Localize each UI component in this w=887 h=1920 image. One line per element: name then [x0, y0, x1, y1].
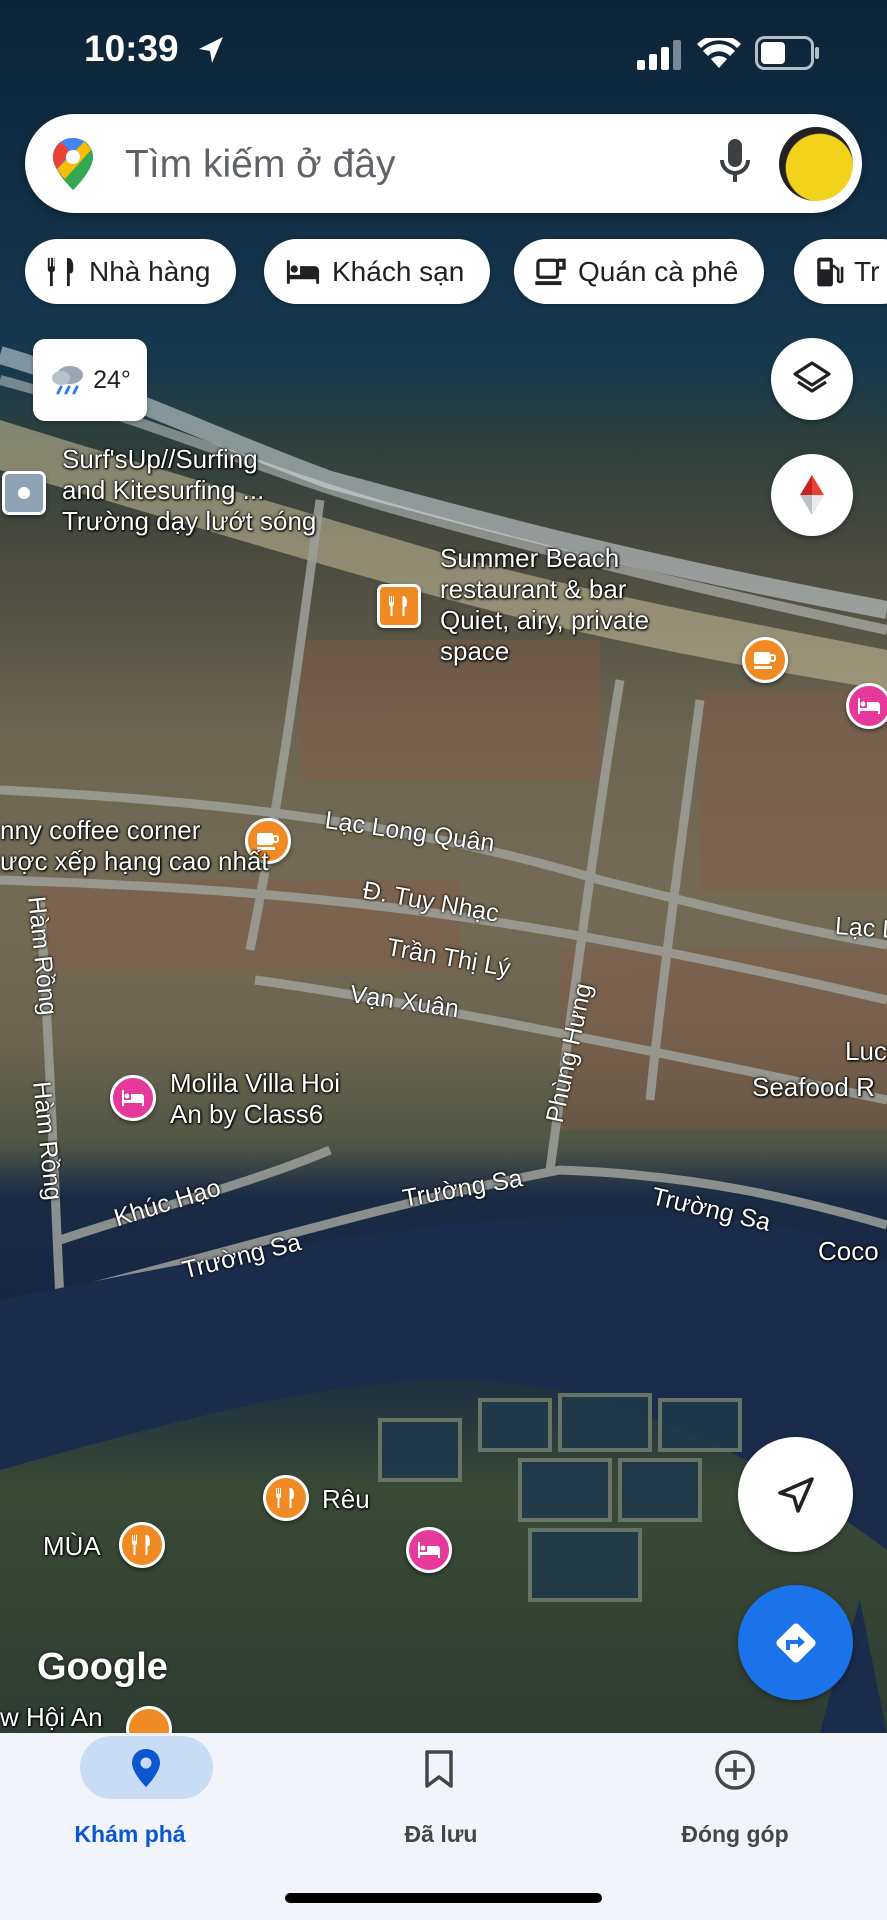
place-name: An by Class6	[170, 1099, 324, 1129]
coffee-pin-icon[interactable]	[742, 637, 788, 683]
place-subtitle: Trường dạy lướt sóng	[62, 506, 317, 536]
wifi-icon	[697, 38, 741, 68]
place-name: Molila Villa Hoi	[170, 1068, 341, 1098]
chip-label: Nhà hàng	[89, 255, 211, 287]
hotel-pin-icon[interactable]	[846, 683, 887, 729]
place-subtitle: Quiet, airy, private	[440, 605, 650, 635]
bookmark-icon	[425, 1750, 453, 1788]
weather-widget[interactable]: 24°	[33, 339, 147, 421]
place-label-coco[interactable]: Coco	[818, 1236, 879, 1267]
chip-restaurants[interactable]: Nhà hàng	[25, 239, 237, 304]
place-label-surfsup[interactable]: Surf'sUp//Surfing and Kitesurfing ... Tr…	[62, 444, 316, 537]
nav-label: Khám phá	[74, 1821, 186, 1847]
search-bar[interactable]: Tìm kiếm ở đây	[25, 114, 862, 213]
nav-label: Đã lưu	[404, 1821, 478, 1847]
navigation-arrow-icon	[777, 1476, 814, 1513]
hotel-pin-icon[interactable]	[406, 1527, 452, 1573]
rain-cloud-icon	[52, 366, 84, 395]
landmark-pin-icon[interactable]	[2, 471, 46, 515]
status-bar: 10:39	[0, 0, 887, 100]
place-label-coffee-corner[interactable]: nny coffee corner ược xếp hạng cao nhất	[0, 815, 269, 877]
place-label-mua[interactable]: MÙA	[43, 1531, 101, 1562]
location-arrow-icon	[199, 37, 223, 63]
battery-icon	[755, 36, 819, 70]
chip-gas[interactable]: Tr	[794, 239, 887, 304]
chip-cafes[interactable]: Quán cà phê	[514, 239, 765, 304]
place-label-molila-villa[interactable]: Molila Villa Hoi An by Class6	[170, 1068, 340, 1130]
place-label-luc[interactable]: Luc	[845, 1036, 887, 1067]
place-subtitle: ược xếp hạng cao nhất	[0, 846, 269, 876]
search-input[interactable]: Tìm kiếm ở đây	[125, 143, 395, 187]
place-name: Surf'sUp//Surfing	[62, 444, 258, 474]
hotel-pin-icon[interactable]	[110, 1075, 156, 1121]
google-watermark: Google	[37, 1646, 168, 1688]
utensils-icon	[47, 257, 74, 286]
place-label-reu[interactable]: Rêu	[322, 1484, 370, 1515]
restaurant-pin-icon[interactable]	[263, 1475, 309, 1521]
google-maps-logo-icon	[53, 138, 93, 190]
compass-button[interactable]	[771, 454, 853, 536]
my-location-button[interactable]	[738, 1437, 853, 1552]
place-label-hoi-an[interactable]: w Hội An	[0, 1702, 103, 1733]
nav-label: Đóng góp	[681, 1821, 789, 1847]
chip-label: Quán cà phê	[578, 255, 739, 287]
microphone-icon[interactable]	[715, 136, 755, 188]
chip-hotels[interactable]: Khách sạn	[264, 239, 491, 304]
road-label: Lạc L	[834, 912, 887, 945]
chip-label: Khách sạn	[332, 255, 465, 287]
bed-icon	[286, 259, 320, 284]
clock: 10:39	[84, 28, 179, 69]
place-name: and Kitesurfing ...	[62, 475, 265, 505]
restaurant-pin-icon[interactable]	[377, 584, 421, 628]
place-name: restaurant & bar	[440, 574, 627, 604]
layers-button[interactable]	[771, 338, 853, 420]
restaurant-pin-icon[interactable]	[119, 1522, 165, 1568]
directions-button[interactable]	[738, 1585, 853, 1700]
place-label-summer-beach[interactable]: Summer Beach restaurant & bar Quiet, air…	[440, 543, 649, 667]
avatar[interactable]	[779, 127, 853, 201]
chip-label: Tr	[854, 255, 880, 287]
compass-icon	[800, 475, 824, 515]
explore-pin-icon	[132, 1749, 160, 1787]
weather-temperature: 24°	[93, 365, 131, 394]
coffee-icon	[535, 258, 566, 285]
signal-icon	[637, 40, 681, 70]
place-label-seafood[interactable]: Seafood R	[752, 1072, 875, 1103]
home-indicator[interactable]	[285, 1893, 602, 1903]
place-name: Summer Beach	[440, 543, 620, 573]
gas-station-icon	[817, 257, 844, 286]
bottom-navigation: Khám phá Đã lưu Đóng góp	[0, 1733, 887, 1920]
layers-icon	[793, 361, 831, 393]
place-name: nny coffee corner	[0, 815, 201, 845]
place-subtitle: space	[440, 636, 510, 666]
add-circle-icon	[715, 1750, 755, 1790]
directions-icon	[775, 1622, 816, 1663]
